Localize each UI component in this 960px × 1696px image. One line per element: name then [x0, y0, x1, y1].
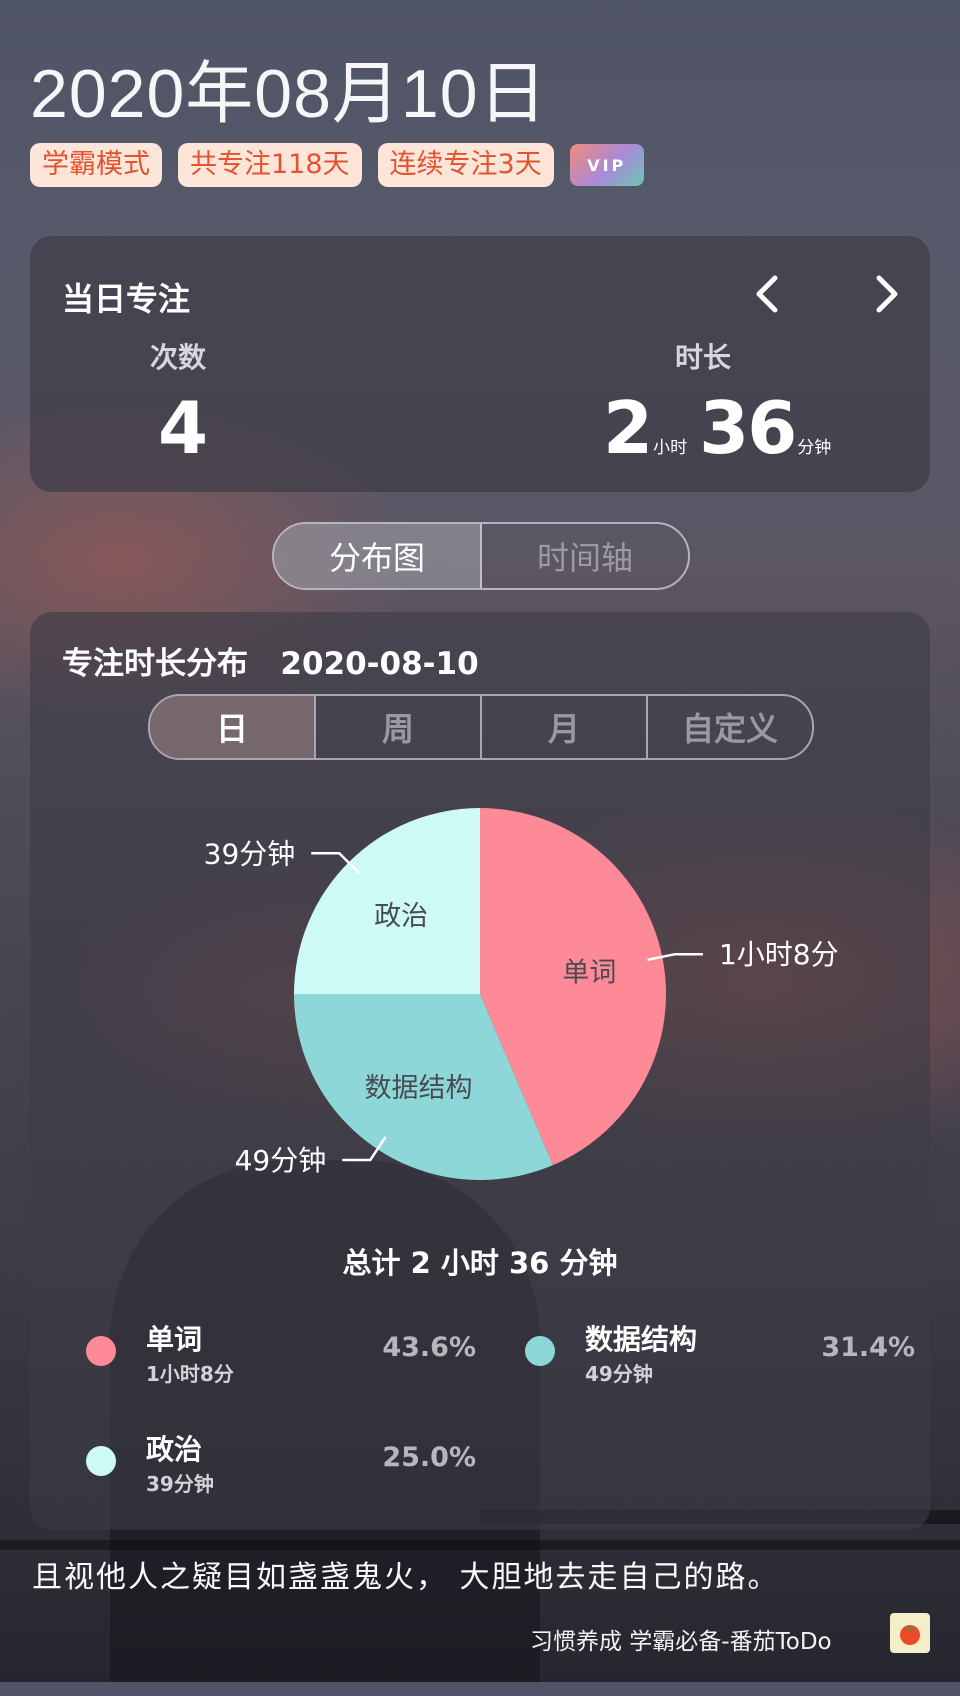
legend-percent: 43.6% [382, 1332, 476, 1363]
legend-percent: 31.4% [821, 1332, 915, 1363]
tomato-icon [890, 1613, 930, 1653]
duration-hours: 2 [603, 386, 653, 470]
daily-focus-title: 当日专注 [62, 280, 191, 318]
pie-value-label: 1小时8分 [719, 938, 839, 971]
daily-focus-card: 当日专注 次数 时长 4 2 小时 36 分钟 [30, 236, 930, 492]
legend-item[interactable]: 数据结构 49分钟 31.4% [525, 1318, 915, 1398]
count-label: 次数 [150, 341, 207, 374]
legend-color-dot [86, 1336, 116, 1366]
duration-minutes: 36 [699, 386, 797, 470]
mode-badge[interactable]: 学霸模式 [30, 143, 162, 187]
tab-distribution[interactable]: 分布图 [274, 524, 482, 588]
chevron-right-icon [876, 275, 898, 313]
pie-slice-label: 数据结构 [364, 1073, 472, 1104]
legend-name: 单词 [146, 1323, 203, 1356]
duration-value: 2 小时 36 分钟 [603, 386, 843, 470]
duration-label: 时长 [675, 341, 732, 374]
view-toggle: 分布图 时间轴 [272, 522, 690, 590]
status-badges: 学霸模式 共专注118天 连续专注3天 VIP [30, 143, 644, 187]
pie-value-label: 39分钟 [204, 837, 296, 870]
background-railing-top [480, 1510, 960, 1696]
legend-item[interactable]: 单词 1小时8分 43.6% [86, 1318, 476, 1398]
legend-percent: 25.0% [382, 1442, 476, 1473]
pie-slice-label: 单词 [562, 958, 616, 989]
tab-timeline[interactable]: 时间轴 [482, 524, 688, 588]
motto-quote: 且视他人之疑目如盏盏鬼火， 大胆地去走自己的路。 [32, 1560, 780, 1595]
legend-duration: 1小时8分 [146, 1362, 234, 1386]
app-slogan: 习惯养成 学霸必备-番茄ToDo [530, 1629, 832, 1655]
tomato-icon-graphic [900, 1625, 920, 1645]
legend-duration: 39分钟 [146, 1472, 214, 1496]
duration-minutes-unit: 分钟 [797, 438, 832, 458]
total-days-badge: 共专注118天 [178, 143, 362, 187]
legend-color-dot [525, 1336, 555, 1366]
pie-value-label: 49分钟 [235, 1144, 327, 1177]
distribution-card: 专注时长分布 2020-08-10 日 周 月 自定义 单词 1小时8分 数据结构 4… [30, 612, 930, 1530]
legend-name: 数据结构 [585, 1323, 698, 1356]
total-duration: 总计 2 小时 36 分钟 [342, 1246, 618, 1280]
prev-day-button[interactable] [746, 272, 790, 316]
legend-name: 政治 [146, 1433, 203, 1466]
legend-duration: 49分钟 [585, 1362, 653, 1386]
legend-color-dot [86, 1446, 116, 1476]
legend-item[interactable]: 政治 39分钟 25.0% [86, 1428, 476, 1508]
streak-badge: 连续专注3天 [377, 143, 554, 187]
vip-badge[interactable]: VIP [569, 144, 644, 186]
pie-slice-label: 政治 [374, 901, 428, 932]
page-title: 2020年08月10日 [30, 56, 548, 132]
next-day-button[interactable] [864, 272, 908, 316]
count-value: 4 [158, 386, 209, 470]
chevron-left-icon [756, 275, 778, 313]
duration-hours-unit: 小时 [653, 438, 688, 458]
